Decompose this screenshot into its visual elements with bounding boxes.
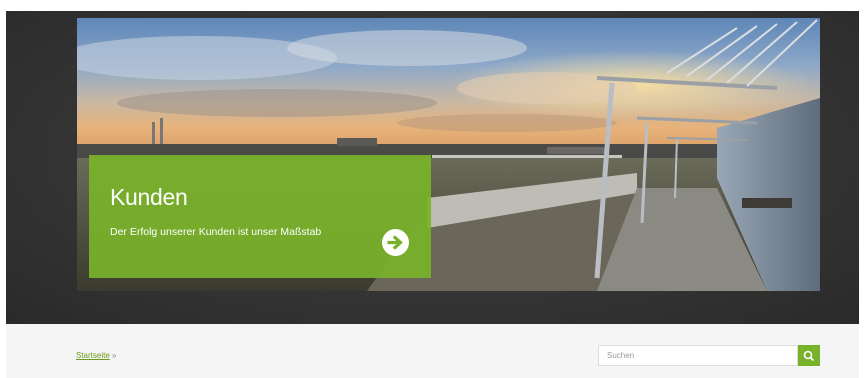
breadcrumb-separator: » <box>112 351 117 360</box>
arrow-right-circle-icon[interactable] <box>382 229 409 256</box>
breadcrumb: Startseite » <box>76 351 116 360</box>
hero-title: Kunden <box>110 184 188 210</box>
breadcrumb-home-link[interactable]: Startseite <box>76 351 110 360</box>
hero-teaser[interactable]: Kunden Der Erfolg unserer Kunden ist uns… <box>89 155 431 278</box>
search-input[interactable] <box>598 345 798 366</box>
hero-subtitle: Der Erfolg unserer Kunden ist unser Maßs… <box>110 226 322 238</box>
search-button[interactable] <box>798 345 820 366</box>
search-icon <box>803 350 815 361</box>
